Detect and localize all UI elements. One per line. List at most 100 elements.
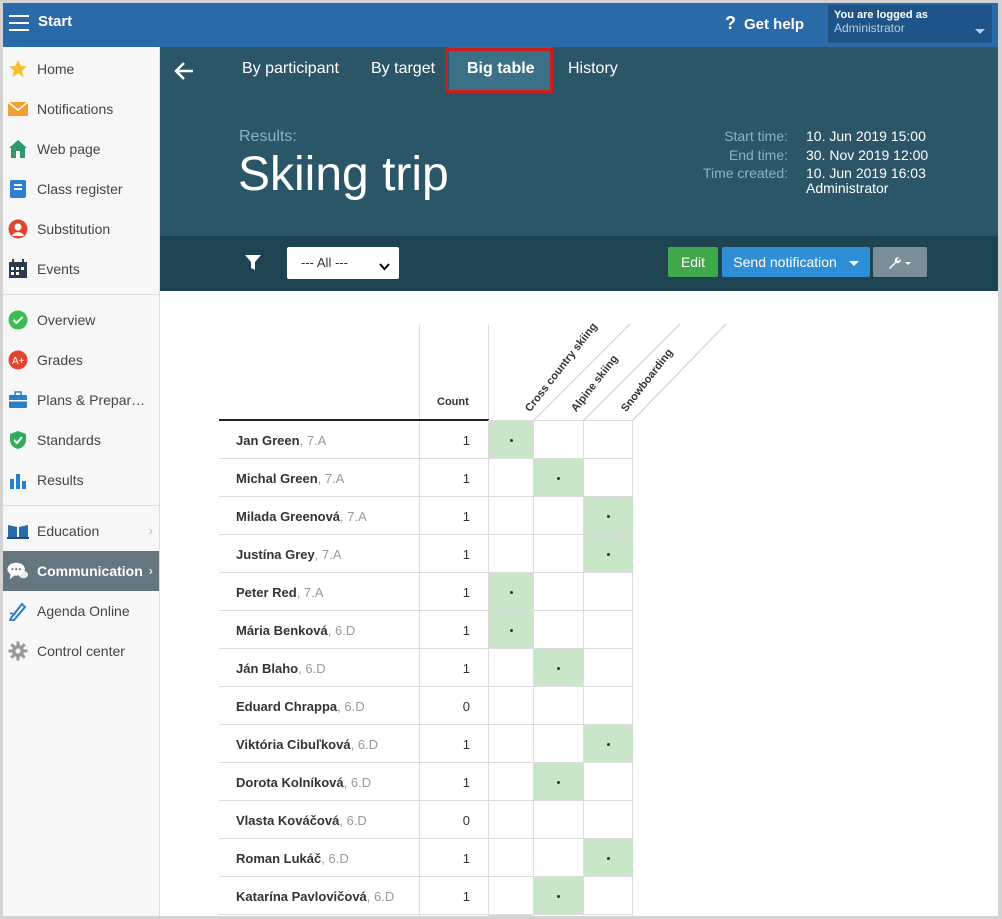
- participant-class: , 6.D: [298, 661, 326, 676]
- table-row-name[interactable]: Jan Green, 7.A: [236, 433, 326, 448]
- table-row-name[interactable]: Milada Greenová, 7.A: [236, 509, 367, 524]
- substitution-icon: [7, 218, 29, 240]
- gear-icon: [7, 640, 29, 662]
- result-mark-dot: [510, 591, 513, 594]
- participant-name: Dorota Kolníková: [236, 775, 344, 790]
- start-time-value: 10. Jun 2019 15:00: [806, 128, 926, 144]
- table-row-name[interactable]: Viktória Cibuľková, 6.D: [236, 737, 378, 752]
- hamburger-menu-icon[interactable]: [9, 15, 29, 31]
- get-help-label: Get help: [744, 16, 805, 33]
- tab-history[interactable]: History: [568, 47, 618, 91]
- sidebar-item-substitution[interactable]: Substitution: [3, 209, 159, 249]
- back-arrow-icon[interactable]: [172, 59, 196, 83]
- send-notification-button[interactable]: Send notification: [722, 247, 870, 277]
- participant-class: , 6.D: [343, 775, 372, 790]
- tools-button[interactable]: [873, 247, 927, 277]
- participant-class: , 6.D: [350, 737, 379, 752]
- filter-select[interactable]: --- All ---: [287, 247, 399, 279]
- table-row-count: 0: [462, 699, 470, 714]
- result-mark-dot: [557, 667, 560, 670]
- sidebar-item-communication[interactable]: Communication ›: [3, 551, 159, 591]
- sidebar-item-events[interactable]: Events: [3, 249, 159, 289]
- calendar-icon: [7, 258, 29, 280]
- sidebar-item-education[interactable]: Education ›: [3, 511, 159, 551]
- chat-icon: [7, 560, 29, 582]
- sidebar-item-class-register[interactable]: Class register: [3, 169, 159, 209]
- page-title: Skiing trip: [238, 148, 449, 201]
- user-menu[interactable]: You are logged as Administrator: [828, 5, 992, 43]
- result-mark-dot: [607, 553, 610, 556]
- participant-name: Eduard Chrappa: [236, 699, 338, 714]
- sidebar: Home Notifications Web page Class regist…: [3, 47, 160, 916]
- sidebar-item-label: Events: [37, 261, 80, 277]
- house-icon: [7, 138, 29, 160]
- table-row-count: 0: [462, 813, 470, 828]
- wrench-icon: [889, 257, 911, 270]
- register-icon: [7, 178, 29, 200]
- table-hline: [219, 914, 633, 915]
- result-mark-dot: [510, 629, 513, 632]
- tab-by-target[interactable]: By target: [371, 47, 435, 91]
- table-row-name[interactable]: Justína Grey, 7.A: [236, 547, 342, 562]
- column-header-diagonals: [532, 323, 727, 422]
- filter-icon[interactable]: [245, 255, 261, 274]
- briefcase-icon: [7, 389, 29, 411]
- table-row-count: 1: [462, 547, 470, 562]
- bar-chart-icon: [7, 469, 29, 491]
- app-title[interactable]: Start: [38, 13, 72, 30]
- participant-name: Jan Green: [236, 433, 300, 448]
- sidebar-item-label: Results: [37, 472, 84, 488]
- sidebar-item-results[interactable]: Results: [3, 460, 159, 500]
- sidebar-item-control-center[interactable]: Control center: [3, 631, 159, 671]
- result-mark-dot: [557, 477, 560, 480]
- table-row-name[interactable]: Ján Blaho, 6.D: [236, 661, 326, 676]
- table-hline: [219, 800, 633, 801]
- table-row-name[interactable]: Vlasta Kováčová, 6.D: [236, 813, 367, 828]
- top-bar: Start ? Get help You are logged as Admini…: [3, 3, 998, 47]
- sidebar-item-plans[interactable]: Plans & Prepar…: [3, 380, 159, 420]
- user-name: Administrator: [834, 21, 905, 35]
- edit-button[interactable]: Edit: [668, 247, 718, 277]
- table-row-name[interactable]: Katarína Pavlovičová, 6.D: [236, 889, 394, 904]
- sidebar-item-home[interactable]: Home: [3, 49, 159, 89]
- chevron-right-icon: ›: [148, 523, 153, 538]
- participant-class: , 6.D: [321, 851, 349, 866]
- sidebar-item-label: Education: [37, 523, 100, 539]
- table-row-name[interactable]: Peter Red, 7.A: [236, 585, 323, 600]
- caret-down-icon: [848, 260, 859, 266]
- table-row-count: 1: [462, 585, 470, 600]
- table-row-count: 1: [462, 775, 470, 790]
- table-hline: [219, 610, 633, 611]
- sidebar-item-grades[interactable]: A+ Grades: [3, 340, 159, 380]
- table-hline: [219, 838, 633, 839]
- sidebar-item-web-page[interactable]: Web page: [3, 129, 159, 169]
- sidebar-item-agenda-online[interactable]: Agenda Online: [3, 591, 159, 631]
- sidebar-item-label: Web page: [37, 141, 101, 157]
- table-row-name[interactable]: Mária Benková, 6.D: [236, 623, 355, 638]
- sidebar-item-overview[interactable]: Overview: [3, 300, 159, 340]
- table-vline: [419, 325, 420, 916]
- sidebar-item-standards[interactable]: Standards: [3, 420, 159, 460]
- table-row-name[interactable]: Eduard Chrappa, 6.D: [236, 699, 365, 714]
- filter-select-value: --- All ---: [301, 255, 348, 270]
- result-mark-dot: [607, 743, 610, 746]
- table-row-name[interactable]: Roman Lukáč, 6.D: [236, 851, 349, 866]
- time-created-value: 10. Jun 2019 16:03: [806, 165, 926, 181]
- sidebar-item-notifications[interactable]: Notifications: [3, 89, 159, 129]
- participant-name: Peter Red: [236, 585, 297, 600]
- participant-name: Katarína Pavlovičová: [236, 889, 367, 904]
- created-by-value: Administrator: [806, 180, 889, 196]
- caret-down-icon: [975, 29, 985, 34]
- sidebar-divider: [3, 505, 159, 506]
- start-time-label: Start time:: [724, 128, 788, 144]
- table-row-name[interactable]: Michal Green, 7.A: [236, 471, 344, 486]
- star-icon: [7, 58, 29, 80]
- app-window: Start ? Get help You are logged as Admini…: [0, 0, 1002, 919]
- get-help-button[interactable]: ? Get help: [725, 13, 804, 34]
- table-row-name[interactable]: Dorota Kolníková, 6.D: [236, 775, 371, 790]
- participant-name: Michal Green: [236, 471, 318, 486]
- tab-by-participant[interactable]: By participant: [242, 47, 339, 91]
- participant-name: Milada Greenová: [236, 509, 341, 524]
- pen-icon: [7, 600, 29, 622]
- sidebar-divider: [3, 294, 159, 295]
